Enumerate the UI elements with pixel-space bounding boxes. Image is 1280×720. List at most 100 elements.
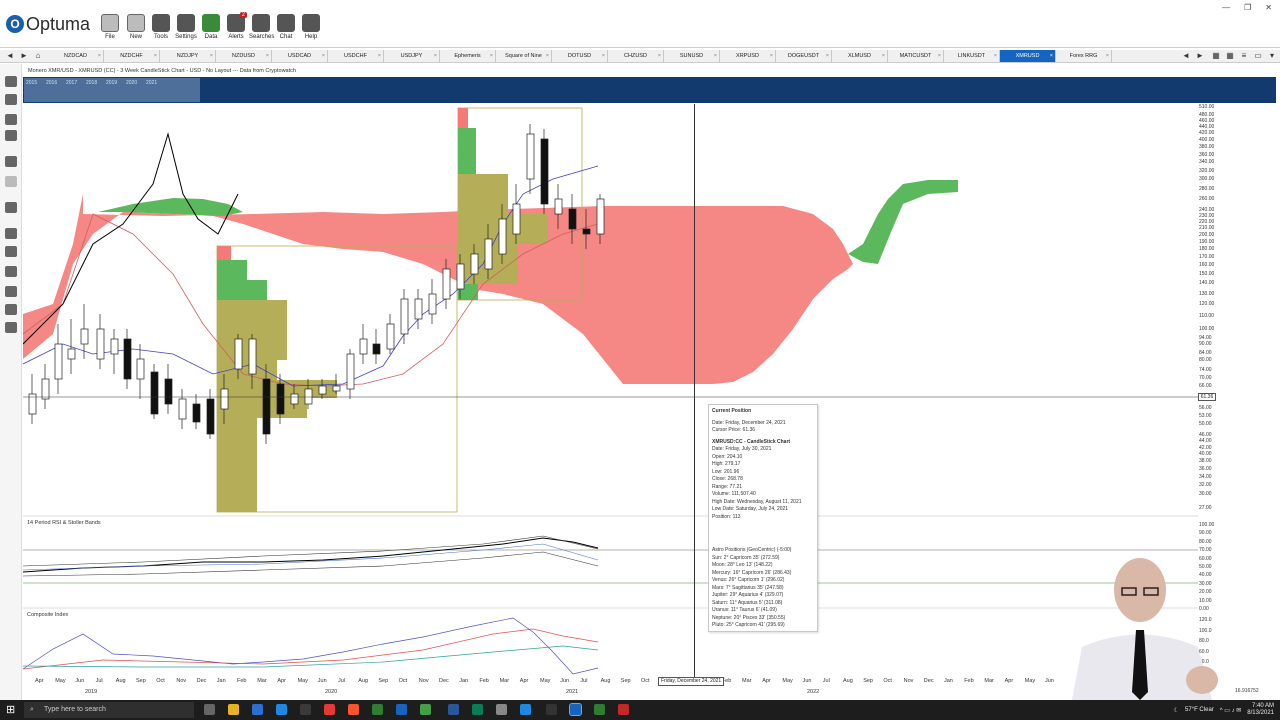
tab-linkusdt[interactable]: LINKUSDT ×	[944, 50, 1000, 62]
tab-close-icon[interactable]: ×	[322, 50, 325, 62]
maximize-button[interactable]: ❐	[1244, 3, 1251, 12]
excel-icon[interactable]	[372, 704, 383, 715]
back-arrow-icon[interactable]: ◄	[4, 50, 16, 62]
clock[interactable]: 7:40 AM 8/13/2021	[1247, 703, 1274, 717]
settings-button[interactable]: Settings	[174, 14, 198, 46]
tab-close-icon[interactable]: ×	[434, 50, 437, 62]
app-blue-icon[interactable]	[520, 704, 531, 715]
tab-close-icon[interactable]: ×	[826, 50, 829, 62]
open-icon[interactable]	[5, 94, 17, 105]
tab-xlmusd[interactable]: XLMUSD ×	[832, 50, 888, 62]
tab-close-icon[interactable]: ×	[658, 50, 661, 62]
tab-forex-rrg[interactable]: Forex RRG ×	[1056, 50, 1112, 62]
tab-scroll-right-icon[interactable]: ►	[1194, 50, 1206, 62]
window-icon[interactable]: ▭	[1252, 50, 1264, 62]
layout-icon[interactable]: ▦	[1210, 50, 1222, 62]
layers-icon[interactable]	[5, 304, 17, 315]
grid-icon[interactable]: ▦	[1224, 50, 1236, 62]
print-icon[interactable]	[5, 130, 17, 141]
checklist-icon[interactable]	[5, 322, 17, 333]
tab-chzusd[interactable]: CHZUSD ×	[608, 50, 664, 62]
minimize-button[interactable]: —	[1222, 3, 1230, 12]
date-axis-year: 2020	[325, 689, 338, 695]
word-icon[interactable]	[448, 704, 459, 715]
tab-ephemeris[interactable]: Ephemeris ×	[440, 50, 496, 62]
tab-xrpusd[interactable]: XRPUSD ×	[720, 50, 776, 62]
brave-browser-icon[interactable]	[348, 704, 359, 715]
tab-usdchf[interactable]: USDCHF ×	[328, 50, 384, 62]
alerts-button[interactable]: 2 Alerts	[224, 12, 248, 46]
optuma-taskbar-icon[interactable]	[569, 703, 582, 716]
help-button[interactable]: Help	[299, 14, 323, 46]
app-green-2-icon[interactable]	[594, 704, 605, 715]
tab-nzdjpy[interactable]: NZDJPY ×	[160, 50, 216, 62]
windows-start-icon[interactable]: ⊞	[6, 704, 18, 716]
file-explorer-icon[interactable]	[228, 704, 239, 715]
tab-usdjpy[interactable]: USDJPY ×	[384, 50, 440, 62]
mail-icon[interactable]	[276, 704, 287, 715]
select-icon[interactable]	[5, 76, 17, 87]
date-axis-year: 2022	[807, 689, 820, 695]
edge-icon[interactable]	[396, 704, 407, 715]
tab-nzdusd[interactable]: NZDUSD ×	[216, 50, 272, 62]
tab-maticusdt[interactable]: MATICUSDT ×	[888, 50, 944, 62]
tab-square-of-nine[interactable]: Square of Nine ×	[496, 50, 552, 62]
tab-scroll-left-icon[interactable]: ◄	[1180, 50, 1192, 62]
tab-close-icon[interactable]: ×	[210, 50, 213, 62]
new-button[interactable]: New	[124, 14, 148, 46]
tab-menu-icon[interactable]: ▾	[1266, 50, 1278, 62]
tab-nzdcad[interactable]: NZDCAD ×	[48, 50, 104, 62]
steam-icon[interactable]	[546, 704, 557, 715]
candle-body	[400, 298, 409, 335]
tab-close-icon[interactable]: ×	[98, 50, 101, 62]
tab-close-icon[interactable]: ×	[882, 50, 885, 62]
tab-xmrusd[interactable]: XMRUSD ×	[1000, 50, 1056, 62]
app-red-2-icon[interactable]	[618, 704, 629, 715]
tools-button[interactable]: Tools	[149, 14, 173, 46]
store-icon[interactable]	[252, 704, 263, 715]
draw-tool-icon[interactable]	[5, 202, 17, 213]
tab-dotusd[interactable]: DOTUSD ×	[552, 50, 608, 62]
list-icon[interactable]: ≡	[1238, 50, 1250, 62]
maps-icon[interactable]	[300, 704, 311, 715]
chat-button[interactable]: Chat	[274, 14, 298, 46]
tab-nzdchf[interactable]: NZDCHF ×	[104, 50, 160, 62]
app-red-icon[interactable]	[324, 704, 335, 715]
tab-close-icon[interactable]: ×	[546, 50, 549, 62]
tab-close-icon[interactable]: ×	[1050, 50, 1053, 62]
tray-icons[interactable]: ^ ▭ ♪ ✉	[1220, 707, 1242, 714]
tab-close-icon[interactable]: ×	[938, 50, 941, 62]
app-grey-icon[interactable]	[496, 704, 507, 715]
timeline-navigator[interactable]	[23, 77, 1276, 103]
candle-body	[80, 328, 89, 345]
magnet-icon[interactable]	[5, 286, 17, 297]
grid-snap-icon[interactable]	[5, 266, 17, 277]
data-button[interactable]: Data	[199, 14, 223, 46]
app-green-icon[interactable]	[472, 704, 483, 715]
tab-dogeusdt[interactable]: DOGEUSDT ×	[776, 50, 832, 62]
tab-close-icon[interactable]: ×	[1106, 50, 1109, 62]
task-view-icon[interactable]	[204, 704, 215, 715]
tab-close-icon[interactable]: ×	[994, 50, 997, 62]
save-icon[interactable]	[5, 114, 17, 125]
home-icon[interactable]: ⌂	[32, 50, 44, 62]
tab-close-icon[interactable]: ×	[154, 50, 157, 62]
tab-close-icon[interactable]: ×	[602, 50, 605, 62]
undo-icon[interactable]	[5, 156, 17, 167]
tab-close-icon[interactable]: ×	[490, 50, 493, 62]
tab-close-icon[interactable]: ×	[770, 50, 773, 62]
crosshair-icon[interactable]	[5, 228, 17, 239]
tab-close-icon[interactable]: ×	[714, 50, 717, 62]
forward-arrow-icon[interactable]: ►	[18, 50, 30, 62]
file-button[interactable]: File	[98, 14, 122, 46]
tab-usdcad[interactable]: USDCAD ×	[272, 50, 328, 62]
taskbar-search-input[interactable]: ⌕ Type here to search	[24, 702, 194, 718]
tab-close-icon[interactable]: ×	[378, 50, 381, 62]
chrome-icon[interactable]	[420, 704, 431, 715]
close-button[interactable]: ✕	[1265, 3, 1272, 12]
lock-icon[interactable]	[5, 246, 17, 257]
tab-close-icon[interactable]: ×	[266, 50, 269, 62]
searches-button[interactable]: Searches	[249, 14, 274, 46]
tab-sunusd[interactable]: SUNUSD ×	[664, 50, 720, 62]
redo-icon[interactable]	[5, 176, 17, 187]
